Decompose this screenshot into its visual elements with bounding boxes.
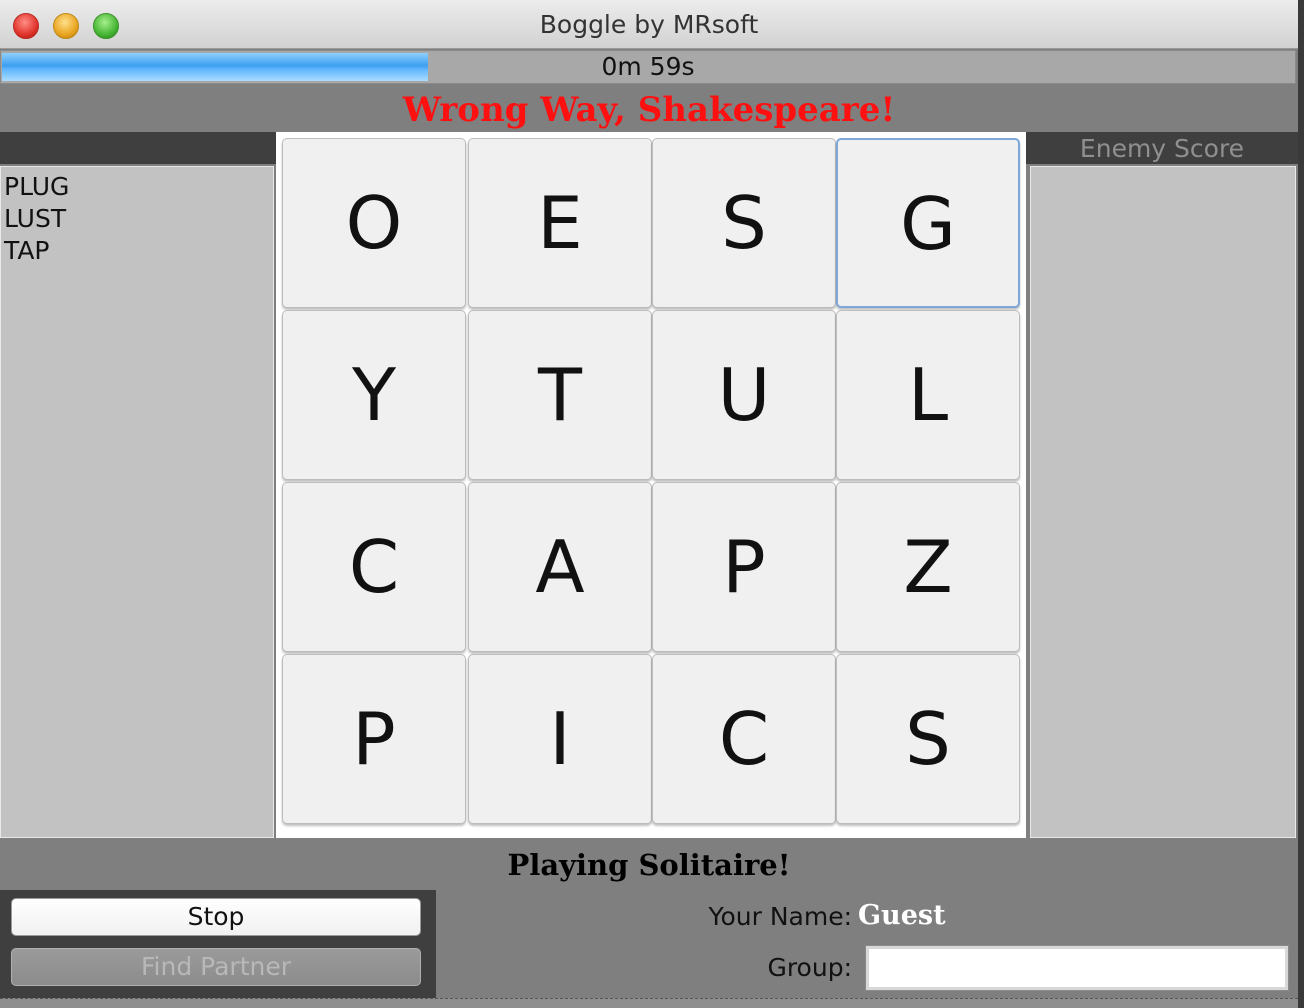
group-input[interactable] <box>865 945 1289 991</box>
tile-r1-c4[interactable]: G <box>836 138 1020 308</box>
found-word: LUST <box>4 204 67 233</box>
found-word: TAP <box>4 236 50 265</box>
tile-r4-c3[interactable]: C <box>652 654 836 824</box>
title-bar[interactable]: Boggle by MRsoft <box>0 0 1298 49</box>
tile-r1-c1[interactable]: O <box>282 138 466 308</box>
timer-progress-bar: 0m 59s <box>0 50 1296 84</box>
tile-r4-c1[interactable]: P <box>282 654 466 824</box>
found-words-list: PLUG LUST TAP <box>0 166 274 838</box>
enemy-score-header: Enemy Score <box>1026 132 1298 164</box>
app-window: Boggle by MRsoft 0m 59s Wrong Way, Shake… <box>0 0 1298 1008</box>
tile-r1-c3[interactable]: S <box>652 138 836 308</box>
tile-r4-c2[interactable]: I <box>468 654 652 824</box>
game-status: Playing Solitaire! <box>507 848 791 882</box>
tile-r3-c3[interactable]: P <box>652 482 836 652</box>
window-edge <box>1298 0 1304 1008</box>
tile-r3-c4[interactable]: Z <box>836 482 1020 652</box>
timer-text: 0m 59s <box>601 52 695 81</box>
message-banner: Wrong Way, Shakespeare! <box>402 90 896 130</box>
tile-r2-c2[interactable]: T <box>468 310 652 480</box>
controls-panel: Stop Find Partner <box>0 890 436 1008</box>
letter-board: O E S G Y T U L C A P Z P I C S <box>276 132 1026 838</box>
found-words-header <box>0 132 276 164</box>
find-partner-button: Find Partner <box>11 948 421 986</box>
tile-r3-c1[interactable]: C <box>282 482 466 652</box>
tile-r2-c3[interactable]: U <box>652 310 836 480</box>
tile-r3-c2[interactable]: A <box>468 482 652 652</box>
tile-r1-c2[interactable]: E <box>468 138 652 308</box>
tile-r2-c1[interactable]: Y <box>282 310 466 480</box>
your-name-value: Guest <box>858 900 946 931</box>
group-label: Group: <box>767 953 852 982</box>
enemy-words-list <box>1030 166 1296 838</box>
stop-button[interactable]: Stop <box>11 898 421 936</box>
tile-r2-c4[interactable]: L <box>836 310 1020 480</box>
tile-r4-c4[interactable]: S <box>836 654 1020 824</box>
your-name-label: Your Name: <box>708 902 853 931</box>
found-word: PLUG <box>4 172 70 201</box>
bottom-edge <box>0 998 1298 1008</box>
window-title: Boggle by MRsoft <box>539 10 759 39</box>
